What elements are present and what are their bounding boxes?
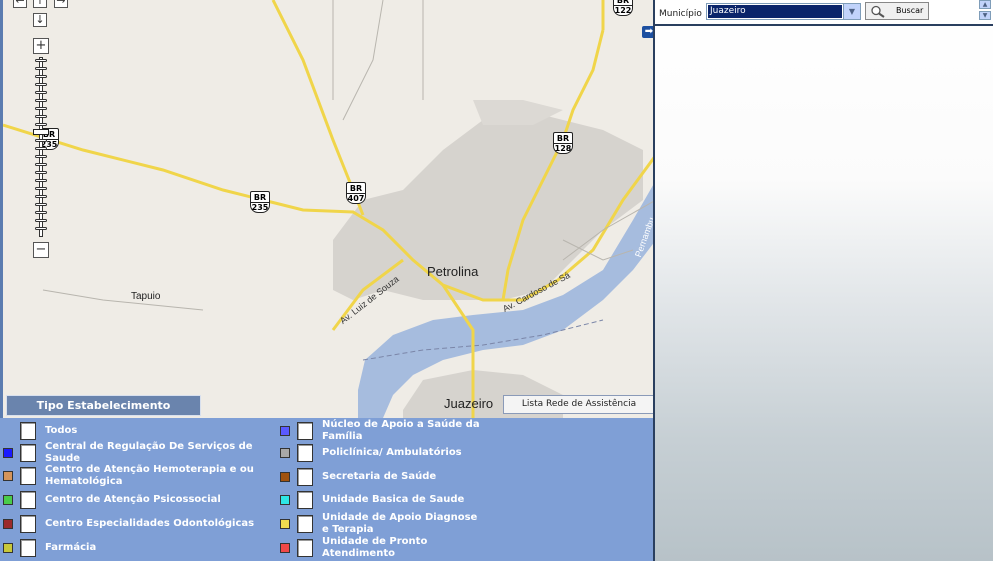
legend-item-farmacia: Farmácia (3, 537, 265, 559)
checkbox-psicossocial[interactable] (20, 491, 36, 509)
zoom-slider[interactable] (33, 57, 49, 237)
highway-shield-br407: BR 407 (346, 182, 366, 204)
municipio-select[interactable]: Juazeiro ▼ (706, 3, 861, 20)
place-label-juazeiro: Juazeiro (444, 396, 494, 411)
legend-item-ubs: Unidade Basica de Saude (280, 489, 482, 511)
zoom-out-button[interactable]: − (33, 242, 49, 258)
color-swatch (280, 543, 290, 553)
checkbox-farmacia[interactable] (20, 539, 36, 557)
place-label-tapuio: Tapuio (131, 291, 161, 302)
pan-left-button[interactable]: ← (13, 0, 27, 8)
search-bar: Município Juazeiro ▼ Buscar ▲ ▼ (655, 0, 993, 26)
color-swatch (3, 471, 13, 481)
zoom-in-button[interactable]: + (33, 38, 49, 54)
legend-tab-tipo-estabelecimento[interactable]: Tipo Estabelecimento (6, 395, 201, 416)
checkbox-ubs[interactable] (297, 491, 313, 509)
buscar-button[interactable]: Buscar (865, 2, 929, 20)
checkbox-hemoterapia[interactable] (20, 467, 36, 485)
legend-item-pronto-atendimento: Unidade de Pronto Atendimento (280, 536, 472, 559)
pan-right-button[interactable]: → (54, 0, 68, 8)
color-swatch (3, 448, 13, 458)
place-label-petrolina: Petrolina (427, 264, 479, 279)
legend-item-psicossocial: Centro de Atenção Psicossocial (3, 489, 265, 511)
legend-item-hemoterapia: Centro de Atenção Hemoterapia e ou Hemat… (3, 464, 265, 487)
zoom-slider-thumb[interactable] (33, 129, 49, 135)
color-swatch (280, 472, 290, 482)
legend-item-nasf: Núcleo de Apoio a Saúde da Família (280, 419, 482, 442)
color-swatch (280, 426, 290, 436)
results-panel: Município Juazeiro ▼ Buscar ▲ ▼ (653, 0, 993, 561)
legend-item-diagnose-terapia: Unidade de Apoio Diagnose e Terapia (280, 512, 482, 535)
legend-item-policlinica: Policlínica/ Ambulatórios (280, 442, 482, 464)
scroll-up-icon[interactable]: ▲ (979, 0, 991, 9)
color-swatch (3, 543, 13, 553)
municipio-label: Município (659, 9, 702, 19)
checkbox-policlinica[interactable] (297, 444, 313, 462)
legend-panel: Todos Central de Regulação De Serviços d… (0, 418, 653, 561)
checkbox-todos[interactable] (20, 422, 36, 440)
lista-rede-button[interactable]: Lista Rede de Assistência (503, 395, 653, 414)
color-swatch (280, 495, 290, 505)
legend-item-todos: Todos (3, 420, 265, 442)
pan-down-button[interactable]: ↓ (33, 13, 47, 27)
checkbox-odontologicas[interactable] (20, 515, 36, 533)
checkbox-pronto-atendimento[interactable] (297, 539, 313, 557)
magnifier-icon (870, 5, 886, 24)
color-swatch (280, 519, 290, 529)
highway-shield-br122: BR 122 (613, 0, 633, 16)
checkbox-nasf[interactable] (297, 422, 313, 440)
highway-shield-br235: BR 235 (250, 191, 270, 213)
color-swatch (280, 448, 290, 458)
checkbox-diagnose-terapia[interactable] (297, 515, 313, 533)
pan-up-button[interactable]: ↑ (33, 0, 47, 8)
color-swatch (3, 519, 13, 529)
legend-item-odontologicas: Centro Especialidades Odontológicas (3, 513, 265, 535)
legend-item-central-regulacao: Central de Regulação De Serviços de Saud… (3, 441, 265, 464)
scroll-down-icon[interactable]: ▼ (979, 11, 991, 20)
legend-item-secretaria: Secretaria de Saúde (280, 466, 482, 488)
municipio-selected-value: Juazeiro (708, 5, 842, 18)
petrolina-urban-area (333, 110, 643, 300)
chevron-down-icon[interactable]: ▼ (843, 4, 860, 19)
checkbox-central-regulacao[interactable] (20, 444, 36, 462)
color-swatch (3, 495, 13, 505)
highway-shield-br128: BR 128 (553, 132, 573, 154)
checkbox-secretaria[interactable] (297, 468, 313, 486)
